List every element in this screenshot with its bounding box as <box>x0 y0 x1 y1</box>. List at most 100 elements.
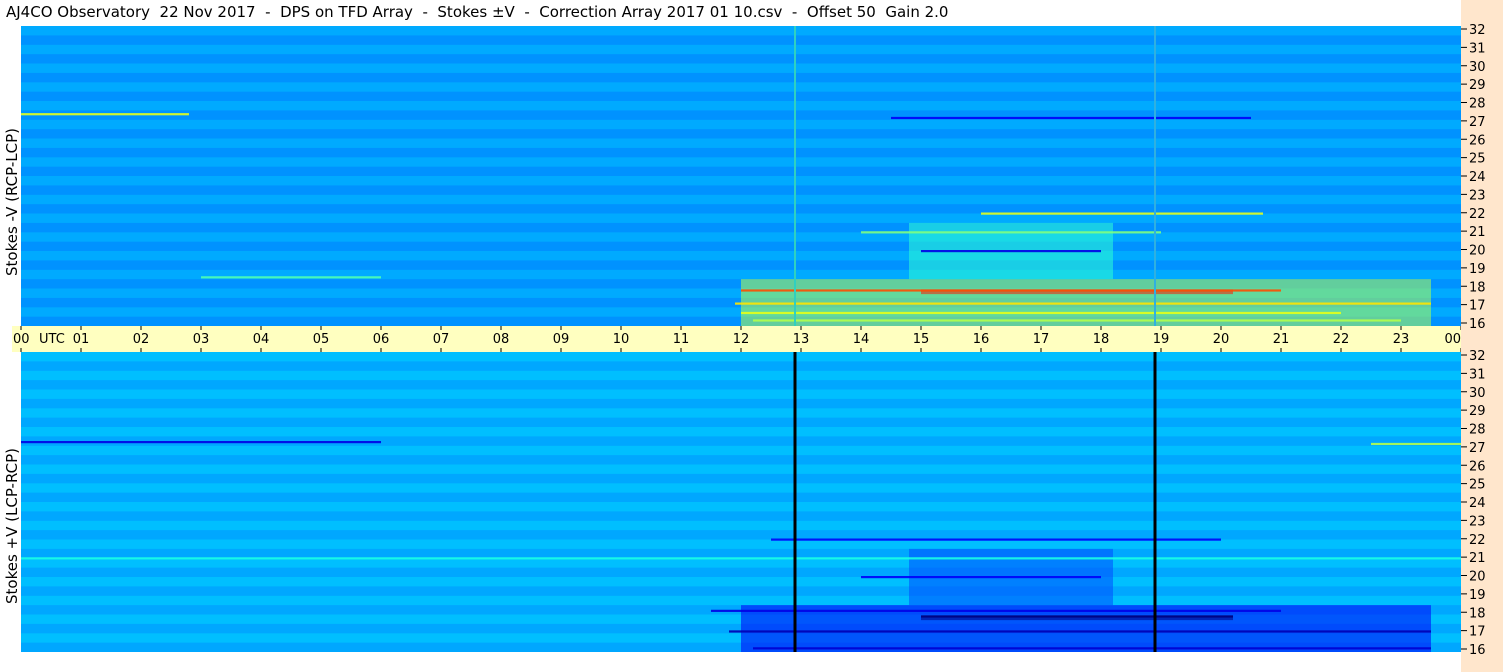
top-band <box>21 35 1461 45</box>
freq-tick-label: 30 <box>1469 386 1486 401</box>
freq-tick-label: 29 <box>1469 404 1486 419</box>
freq-tick-label: 20 <box>1469 570 1486 585</box>
top-band <box>21 91 1461 101</box>
top-band <box>21 176 1461 186</box>
top-vertical-line-1 <box>1154 26 1156 326</box>
top-streak-4 <box>921 250 1101 253</box>
time-tick-label: 02 <box>133 332 150 347</box>
top-streak-8 <box>741 311 1341 315</box>
top-streak-6 <box>741 289 1281 292</box>
bottom-feature-0 <box>741 605 1431 652</box>
bottom-band <box>21 511 1461 521</box>
freq-tick-label: 25 <box>1469 478 1486 493</box>
freq-tick-label: 16 <box>1469 643 1486 658</box>
bottom-band <box>21 389 1461 399</box>
top-band <box>21 157 1461 167</box>
time-axis-bar: 00 01 02 03 04 05 06 07 08 09 10 11 12 13 14 15 16 17 18 19… <box>12 326 1466 352</box>
top-band <box>21 44 1461 55</box>
top-band <box>21 185 1461 195</box>
bottom-band <box>21 539 1461 549</box>
time-tick-label: 04 <box>253 332 270 347</box>
bottom-band <box>21 370 1461 381</box>
time-tick-label: 10 <box>613 332 630 347</box>
freq-tick-label: 27 <box>1469 441 1486 456</box>
freq-tick-label: 24 <box>1469 496 1486 511</box>
bottom-streak-7 <box>729 630 1431 633</box>
time-tick-label: 03 <box>193 332 210 347</box>
bottom-streak-6 <box>921 615 1233 618</box>
freq-tick-label: 30 <box>1469 60 1486 75</box>
time-unit-label: UTC <box>39 332 65 347</box>
top-band <box>21 213 1461 223</box>
chart-title: AJ4CO Observatory 22 Nov 2017 - DPS on T… <box>6 3 949 21</box>
freq-tick-label: 23 <box>1469 188 1486 203</box>
bottom-streak-3 <box>21 557 1461 560</box>
top-band <box>21 26 1461 36</box>
time-tick-label: 09 <box>553 332 570 347</box>
bottom-band <box>21 502 1461 512</box>
time-tick-label: 15 <box>913 332 930 347</box>
bottom-band <box>21 417 1461 427</box>
top-band <box>21 260 1461 270</box>
top-band <box>21 241 1461 251</box>
top-band <box>21 82 1461 92</box>
freq-tick-label: 19 <box>1469 262 1486 277</box>
bottom-band <box>21 352 1461 362</box>
top-streak-0 <box>21 113 189 116</box>
bottom-vertical-line-1 <box>1153 352 1157 652</box>
time-tick-label: 20 <box>1213 332 1230 347</box>
top-band <box>21 204 1461 214</box>
freq-tick-label: 31 <box>1469 41 1486 56</box>
bottom-vertical-line-0 <box>793 352 797 652</box>
bottom-band <box>21 361 1461 371</box>
top-streak-2 <box>981 212 1263 215</box>
freq-tick-label: 26 <box>1469 459 1486 474</box>
freq-tick-label: 17 <box>1469 625 1486 640</box>
time-tick-label: 19 <box>1153 332 1170 347</box>
freq-tick-label: 27 <box>1469 115 1486 130</box>
bottom-band <box>21 455 1461 465</box>
bottom-streak-1 <box>1371 442 1461 446</box>
top-streak-1 <box>891 116 1251 120</box>
top-band <box>21 147 1461 158</box>
top-band <box>21 54 1461 64</box>
top-band <box>21 129 1461 139</box>
time-tick-label: 12 <box>733 332 750 347</box>
top-band <box>21 63 1461 73</box>
time-tick-label: 07 <box>433 332 450 347</box>
freq-tick-label: 25 <box>1469 152 1486 167</box>
bottom-ylabel: Stokes +V (LCP-RCP) <box>3 448 21 604</box>
bottom-band <box>21 558 1461 568</box>
time-tick-label: 22 <box>1333 332 1350 347</box>
bottom-band <box>21 464 1461 474</box>
top-band <box>21 232 1461 242</box>
bottom-band <box>21 473 1461 484</box>
bottom-band <box>21 483 1461 493</box>
time-tick-label: 05 <box>313 332 330 347</box>
top-band <box>21 138 1461 148</box>
time-tick-label: 00 <box>1444 332 1461 347</box>
bottom-streak-8 <box>753 647 1431 650</box>
top-streak-9 <box>753 319 1401 322</box>
freq-tick-label: 23 <box>1469 514 1486 529</box>
top-streak-3 <box>861 231 1161 234</box>
time-tick-label: 01 <box>73 332 90 347</box>
bottom-band <box>21 567 1461 577</box>
top-ylabel: Stokes -V (RCP-LCP) <box>3 128 21 276</box>
top-spectrogram <box>21 26 1461 326</box>
freq-tick-label: 32 <box>1469 349 1486 364</box>
bottom-band <box>21 445 1461 456</box>
frequency-axis-bar: 32 31 30 29 28 27 26 25 24 23 22 21 20 19 18 17 16 32 31 30… <box>1461 0 1503 672</box>
time-tick-label: 08 <box>493 332 510 347</box>
bottom-band <box>21 595 1461 606</box>
freq-tick-label: 31 <box>1469 367 1486 382</box>
top-streak-5 <box>201 276 381 279</box>
top-band <box>21 251 1461 261</box>
bottom-streak-0 <box>21 441 381 444</box>
bottom-spectrogram <box>21 352 1461 652</box>
time-tick-label: 14 <box>853 332 870 347</box>
time-tick-label: 23 <box>1393 332 1410 347</box>
freq-tick-label: 21 <box>1469 551 1486 566</box>
top-band <box>21 72 1461 83</box>
bottom-band <box>21 520 1461 531</box>
